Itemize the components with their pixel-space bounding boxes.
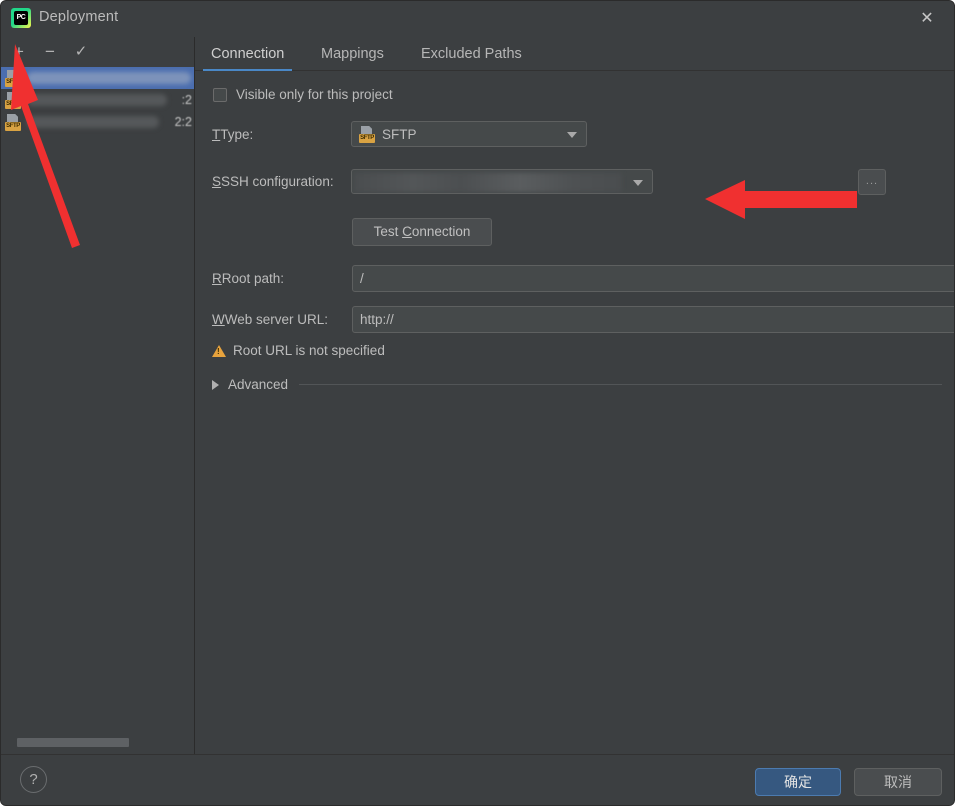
type-value: SFTP: [382, 126, 417, 142]
warning-icon: [212, 344, 226, 357]
sftp-badge-label: SFTP: [359, 133, 375, 143]
server-port-suffix: 2:2: [174, 115, 192, 129]
sftp-badge-label: SFTP: [5, 121, 21, 131]
scrollbar-thumb[interactable]: [17, 738, 129, 747]
sftp-badge-label: SFTP: [5, 99, 21, 109]
server-list-hscrollbar[interactable]: [1, 736, 194, 748]
ok-button[interactable]: 确定: [755, 768, 841, 796]
root-path-value: /: [360, 271, 364, 286]
server-list[interactable]: SFTP SFTP :2 SFTP 2:2: [1, 67, 194, 737]
advanced-section-toggle[interactable]: Advanced: [212, 377, 942, 392]
tab-connection[interactable]: Connection: [203, 40, 293, 71]
list-item[interactable]: SFTP :2: [1, 89, 194, 111]
type-combobox[interactable]: SFTP SFTP: [351, 121, 587, 147]
root-path-input[interactable]: /: [352, 265, 954, 292]
visible-only-checkbox-row[interactable]: Visible only for this project: [213, 87, 393, 102]
advanced-label: Advanced: [228, 377, 289, 392]
type-label-text: Type:: [220, 127, 254, 142]
sftp-icon: SFTP: [359, 125, 375, 143]
server-name-redacted: [27, 72, 191, 84]
tab-mappings[interactable]: Mappings: [313, 40, 392, 71]
remove-server-button[interactable]: −: [37, 40, 63, 64]
cancel-button[interactable]: 取消: [854, 768, 942, 796]
chevron-down-icon: [633, 179, 643, 186]
server-list-toolbar: + − ✓: [1, 37, 195, 67]
close-icon[interactable]: ✕: [906, 3, 948, 35]
ssh-config-label: SSSH configuration:: [212, 174, 334, 189]
web-server-url-value: http://: [360, 312, 394, 327]
ssh-config-value-redacted: [354, 173, 622, 192]
server-name-redacted: [27, 94, 167, 106]
tab-excluded-paths[interactable]: Excluded Paths: [413, 40, 530, 71]
chevron-right-icon: [212, 379, 219, 390]
server-port-suffix: :2: [181, 93, 192, 107]
advanced-divider: [299, 384, 942, 385]
web-server-url-label-text: Web server URL:: [224, 312, 329, 327]
ssh-config-label-text: SSH configuration:: [221, 174, 334, 189]
dialog-footer: ? 确定 取消: [1, 754, 954, 805]
visible-only-checkbox[interactable]: [213, 87, 227, 102]
dialog-titlebar: PC Deployment ✕: [1, 1, 954, 37]
warning-text: Root URL is not specified: [233, 343, 385, 358]
ssh-configuration-combobox[interactable]: [351, 169, 653, 194]
use-as-default-button[interactable]: ✓: [68, 40, 94, 64]
root-path-label: RRoot path:: [212, 271, 285, 286]
add-server-button[interactable]: +: [6, 40, 32, 64]
server-list-panel: + − ✓ SFTP SFTP:2 SFTP 2:2: [1, 37, 195, 756]
root-path-label-text: Root path:: [221, 271, 285, 286]
web-server-url-label: WWeb server URL:: [212, 312, 329, 327]
sftp-badge-label: SFTP: [5, 77, 21, 87]
deployment-dialog: PC Deployment ✕ + − ✓ SFTP SFTP:2 SFTP …: [0, 0, 955, 806]
type-label: TType:: [212, 127, 254, 142]
dialog-title: Deployment: [39, 9, 119, 25]
connection-content: Connection Mappings Excluded Paths Visib…: [195, 37, 954, 756]
sftp-icon: SFTP: [5, 113, 21, 131]
ssh-config-browse-button[interactable]: ...: [858, 169, 886, 195]
list-item[interactable]: SFTP: [1, 67, 194, 89]
test-connection-button[interactable]: Test Connection: [352, 218, 492, 246]
list-item[interactable]: SFTP 2:2: [1, 111, 194, 133]
chevron-down-icon: [567, 132, 577, 138]
sftp-icon: SFTP: [5, 91, 21, 109]
web-server-url-input[interactable]: http://: [352, 306, 954, 333]
sftp-icon: SFTP: [5, 69, 21, 87]
screen-root: PC Deployment ✕ + − ✓ SFTP SFTP:2 SFTP …: [0, 0, 961, 810]
visible-only-label: Visible only for this project: [236, 87, 393, 102]
server-name-redacted: [27, 116, 159, 128]
pycharm-logo-text: PC: [14, 11, 28, 25]
pycharm-logo-icon: PC: [11, 8, 31, 28]
root-url-warning: Root URL is not specified: [212, 343, 385, 358]
help-button[interactable]: ?: [20, 766, 47, 793]
tab-bar: Connection Mappings Excluded Paths: [195, 37, 954, 71]
